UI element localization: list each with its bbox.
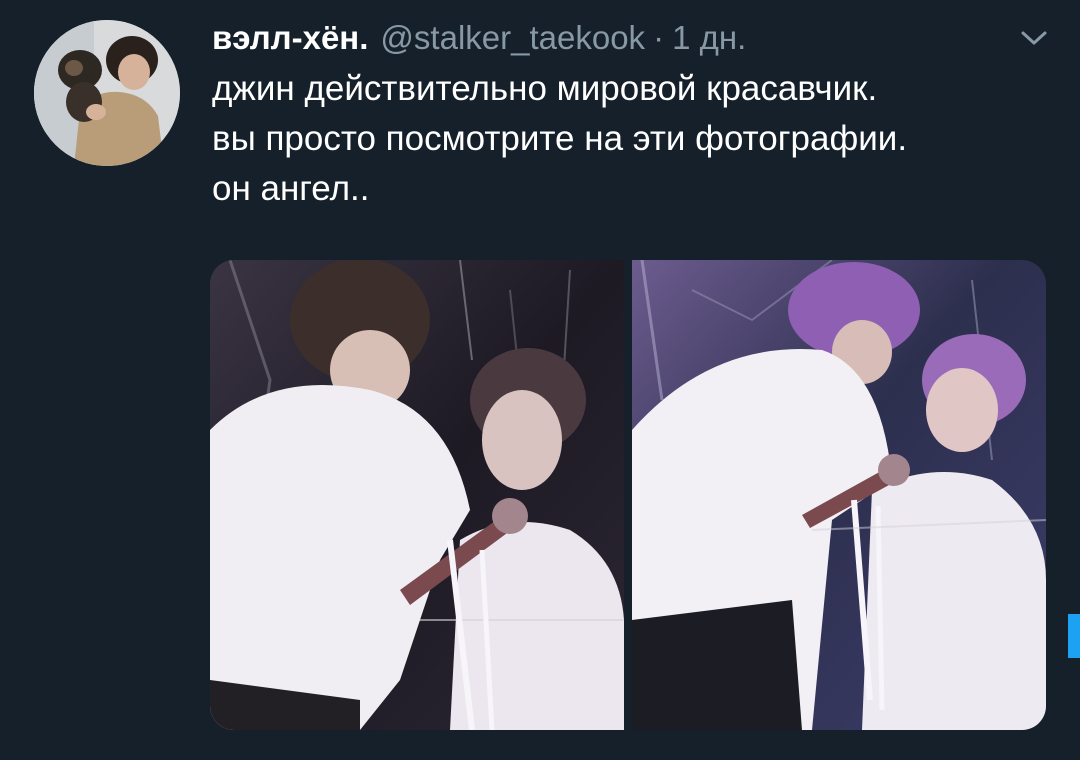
tweet-timestamp[interactable]: 1 дн. bbox=[672, 19, 746, 57]
separator-dot: · bbox=[653, 19, 665, 56]
tweet-text-line: джин действительно мировой красавчик. bbox=[212, 69, 878, 108]
user-handle[interactable]: @stalker_taekook bbox=[380, 19, 645, 57]
media-photo-1[interactable] bbox=[210, 260, 624, 730]
media-grid bbox=[210, 260, 1046, 730]
display-name[interactable]: вэлл-хён. bbox=[212, 19, 368, 57]
tweet-text-line: вы просто посмотрите на эти фотографии. bbox=[212, 119, 908, 158]
media-photo-2[interactable] bbox=[632, 260, 1046, 730]
avatar[interactable] bbox=[34, 20, 180, 166]
tweet-menu-button[interactable] bbox=[1016, 26, 1052, 54]
scroll-indicator[interactable] bbox=[1068, 614, 1080, 658]
tweet-text: джин действительно мировой красавчик. вы… bbox=[212, 64, 1052, 214]
tweet[interactable]: вэлл-хён. @stalker_taekook · 1 дн. джин … bbox=[0, 0, 1080, 760]
chevron-down-icon bbox=[1020, 29, 1048, 52]
tweet-text-line: он ангел.. bbox=[212, 169, 370, 208]
tweet-header: вэлл-хён. @stalker_taekook · 1 дн. bbox=[212, 14, 746, 62]
